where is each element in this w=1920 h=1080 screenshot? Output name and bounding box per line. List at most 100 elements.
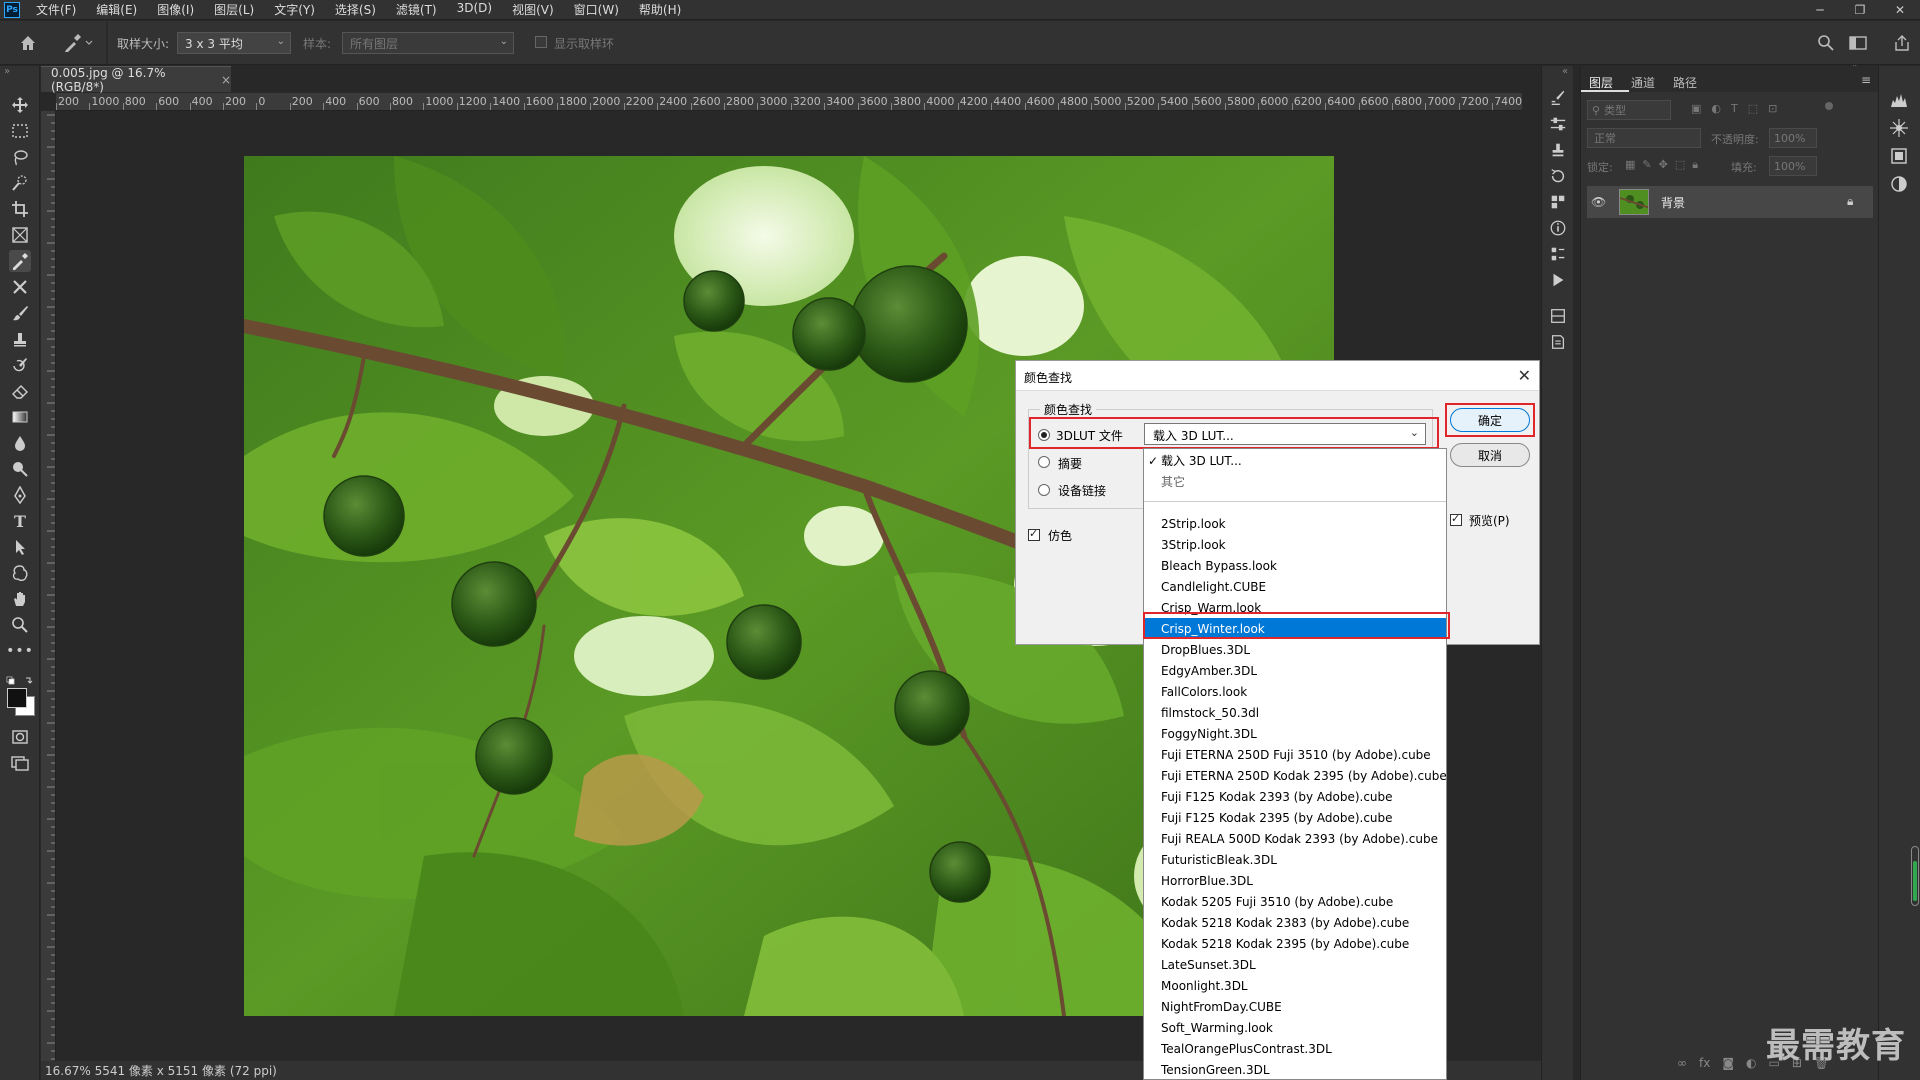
properties-icon[interactable]: [1889, 146, 1909, 166]
lut-option[interactable]: Fuji REALA 500D Kodak 2393 (by Adobe).cu…: [1144, 828, 1446, 849]
panel-scrollbar[interactable]: [1911, 846, 1919, 906]
lut-option[interactable]: FuturisticBleak.3DL: [1144, 849, 1446, 870]
navigator-icon[interactable]: [1889, 118, 1909, 138]
character-icon[interactable]: [1548, 244, 1568, 264]
adjust-circle-icon[interactable]: [1889, 174, 1909, 194]
quick-selection-tool-icon[interactable]: [9, 172, 31, 194]
lut-option[interactable]: 3Strip.look: [1144, 534, 1446, 555]
lut-option[interactable]: Soft_Warming.look: [1144, 1017, 1446, 1038]
lut-option[interactable]: NightFromDay.CUBE: [1144, 996, 1446, 1017]
dialog-close-icon[interactable]: ✕: [1518, 366, 1531, 385]
lock-artboard-icon[interactable]: ⬚: [1675, 158, 1685, 174]
lut-option-top-1[interactable]: 其它: [1144, 471, 1446, 492]
menu-item-2[interactable]: 图像(I): [147, 1, 204, 18]
lut-option[interactable]: TealOrangePlusContrast.3DL: [1144, 1038, 1446, 1059]
lock-image-icon[interactable]: ✎: [1642, 158, 1651, 174]
lasso-tool-icon[interactable]: [9, 146, 31, 168]
shape-filter-icon[interactable]: ⬚: [1748, 102, 1758, 118]
sample-dropdown[interactable]: 所有图层 ⌄: [342, 32, 514, 54]
tab-paths[interactable]: 路径: [1673, 74, 1697, 91]
filter-toggle-icon[interactable]: [1825, 102, 1833, 110]
type-filter-icon[interactable]: T: [1731, 102, 1738, 118]
eyedropper-tool-icon[interactable]: [9, 250, 31, 272]
document-tab[interactable]: 0.005.jpg @ 16.7%(RGB/8*) ×: [41, 66, 231, 94]
lut-option[interactable]: Kodak 5218 Kodak 2383 (by Adobe).cube: [1144, 912, 1446, 933]
menu-item-10[interactable]: 帮助(H): [629, 1, 691, 18]
smart-object-filter-icon[interactable]: ⊡: [1768, 102, 1777, 118]
history-brush-tool-icon[interactable]: [9, 354, 31, 376]
path-selection-tool-icon[interactable]: [9, 536, 31, 558]
cancel-button[interactable]: 取消: [1450, 443, 1530, 467]
lut-option[interactable]: FallColors.look: [1144, 681, 1446, 702]
lut-option[interactable]: Kodak 5205 Fuji 3510 (by Adobe).cube: [1144, 891, 1446, 912]
lut-option-top-0[interactable]: ✓ 载入 3D LUT...: [1144, 450, 1446, 471]
lut-option[interactable]: LateSunset.3DL: [1144, 954, 1446, 975]
lut-option[interactable]: filmstock_50.3dl: [1144, 702, 1446, 723]
close-window-button[interactable]: ✕: [1880, 0, 1920, 20]
lock-transparent-icon[interactable]: ▦: [1625, 158, 1635, 174]
lock-position-icon[interactable]: ✥: [1659, 158, 1668, 174]
pen-tool-icon[interactable]: [9, 484, 31, 506]
menu-item-6[interactable]: 滤镜(T): [386, 1, 447, 18]
adjustments-icon[interactable]: [1548, 114, 1568, 134]
collapse-arrows-icon[interactable]: »: [4, 66, 10, 77]
link-layers-icon[interactable]: ∞: [1677, 1056, 1687, 1072]
marquee-tool-icon[interactable]: [9, 120, 31, 142]
quick-mask-icon[interactable]: [9, 726, 31, 748]
brush-tool-icon[interactable]: [9, 302, 31, 324]
actions-play-icon[interactable]: [1548, 270, 1568, 290]
radio-device-link[interactable]: [1038, 484, 1050, 496]
hand-tool-icon[interactable]: [9, 588, 31, 610]
adjustment-filter-icon[interactable]: ◐: [1711, 102, 1721, 118]
lut-option[interactable]: Bleach Bypass.look: [1144, 555, 1446, 576]
close-tab-icon[interactable]: ×: [221, 73, 231, 87]
lut-option[interactable]: Candlelight.CUBE: [1144, 576, 1446, 597]
clone-stamp-tool-icon[interactable]: [9, 328, 31, 350]
pixel-filter-icon[interactable]: ▣: [1691, 102, 1701, 118]
preview-checkbox[interactable]: [1450, 512, 1462, 526]
menu-item-5[interactable]: 选择(S): [325, 1, 386, 18]
panel-menu-icon[interactable]: ≡: [1861, 73, 1871, 87]
notes-icon[interactable]: [1548, 332, 1568, 352]
workspace-icon[interactable]: [1848, 33, 1868, 53]
restore-button[interactable]: ❐: [1840, 0, 1880, 20]
shape-tool-icon[interactable]: [9, 562, 31, 584]
menu-item-1[interactable]: 编辑(E): [86, 1, 147, 18]
sample-size-dropdown[interactable]: 3 x 3 平均 ⌄: [177, 32, 291, 54]
info-icon[interactable]: [1548, 218, 1568, 238]
lut-option[interactable]: Fuji ETERNA 250D Kodak 2395 (by Adobe).c…: [1144, 765, 1446, 786]
layer-mask-icon[interactable]: ◙: [1722, 1056, 1734, 1072]
collapse-arrows-icon[interactable]: «: [1562, 66, 1568, 77]
lut-option[interactable]: 2Strip.look: [1144, 513, 1446, 534]
lut-option[interactable]: DropBlues.3DL: [1144, 639, 1446, 660]
libraries-icon[interactable]: [1548, 306, 1568, 326]
frame-tool-icon[interactable]: [9, 224, 31, 246]
lut-option[interactable]: EdgyAmber.3DL: [1144, 660, 1446, 681]
radio-abstract[interactable]: [1038, 456, 1050, 468]
dodge-tool-icon[interactable]: [9, 458, 31, 480]
default-colors-icon[interactable]: [6, 672, 36, 685]
fill-input[interactable]: 100%: [1769, 156, 1817, 176]
dialog-title-bar[interactable]: 颜色查找: [1016, 361, 1539, 391]
minimize-button[interactable]: ─: [1800, 0, 1840, 20]
menu-item-9[interactable]: 窗口(W): [564, 1, 629, 18]
menu-item-7[interactable]: 3D(D): [447, 1, 502, 18]
dither-checkbox[interactable]: [1028, 527, 1040, 541]
history-icon[interactable]: [1548, 166, 1568, 186]
brush-settings-icon[interactable]: [1548, 88, 1568, 108]
lut-option[interactable]: HorrorBlue.3DL: [1144, 870, 1446, 891]
healing-brush-tool-icon[interactable]: [9, 276, 31, 298]
layer-filter-dropdown[interactable]: ⚲ 类型: [1587, 100, 1671, 120]
blur-tool-icon[interactable]: [9, 432, 31, 454]
lut-option[interactable]: Fuji F125 Kodak 2395 (by Adobe).cube: [1144, 807, 1446, 828]
menu-item-3[interactable]: 图层(L): [204, 1, 264, 18]
foreground-color-swatch[interactable]: [7, 688, 27, 708]
menu-item-0[interactable]: 文件(F): [26, 1, 86, 18]
type-tool-icon[interactable]: T: [9, 510, 31, 532]
lut-option[interactable]: Kodak 5218 Kodak 2395 (by Adobe).cube: [1144, 933, 1446, 954]
histogram-icon[interactable]: [1889, 90, 1909, 110]
lut-option[interactable]: Fuji ETERNA 250D Fuji 3510 (by Adobe).cu…: [1144, 744, 1446, 765]
show-ring-checkbox[interactable]: [535, 36, 547, 48]
crop-tool-icon[interactable]: [9, 198, 31, 220]
move-tool-icon[interactable]: [9, 94, 31, 116]
